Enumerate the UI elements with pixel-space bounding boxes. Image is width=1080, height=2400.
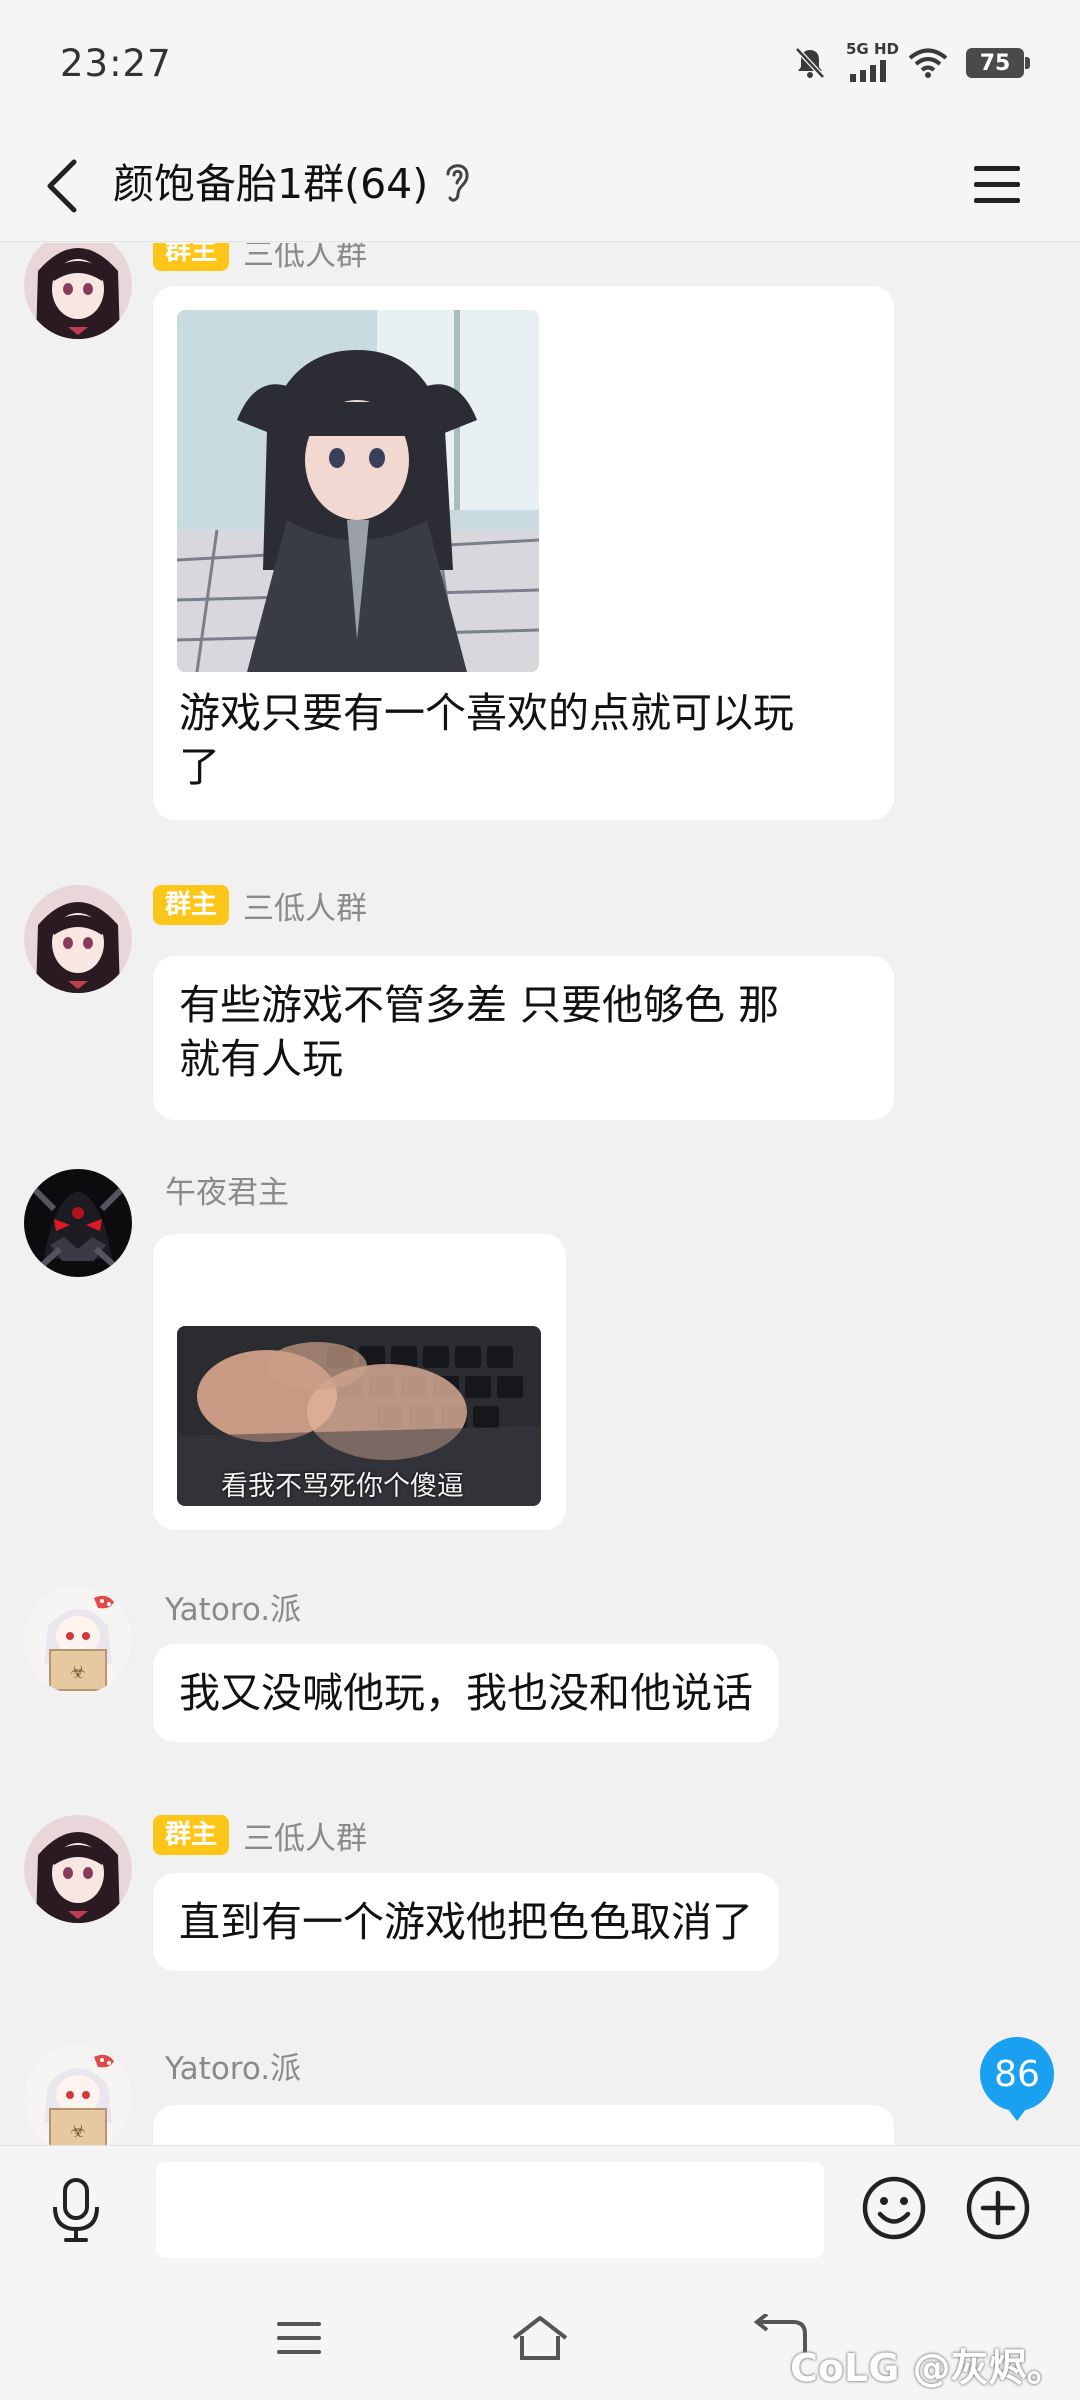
message-bubble[interactable]: 游戏只要有一个喜欢的点就可以玩 了 bbox=[153, 286, 894, 820]
sender-name[interactable]: Yatoro.派 bbox=[165, 2043, 301, 2088]
message-text-line: 游戏只要有一个喜欢的点就可以玩 bbox=[179, 689, 794, 737]
message-bubble[interactable]: 有些游戏不管多差 只要他够色 那 就有人玩 bbox=[153, 956, 894, 1120]
message-text: 直到有一个游戏他把色色取消了 bbox=[179, 1898, 753, 1946]
sticker-image[interactable] bbox=[177, 310, 539, 672]
watermark: CoLG @灰烬。 bbox=[790, 2346, 1065, 2390]
signal-icon bbox=[850, 60, 886, 82]
owner-badge: 群主 bbox=[153, 885, 230, 925]
sticker-caption: 看我不骂死你个傻逼 bbox=[221, 1471, 464, 1502]
battery-icon: 75 bbox=[966, 48, 1030, 78]
avatar[interactable] bbox=[24, 1169, 132, 1277]
message-input[interactable] bbox=[156, 2162, 824, 2258]
voice-button[interactable] bbox=[40, 2174, 112, 2246]
avatar[interactable] bbox=[24, 243, 132, 339]
message-meta: 群主 三低人群 bbox=[153, 243, 367, 274]
wifi-icon bbox=[908, 48, 948, 78]
home-button[interactable] bbox=[505, 2303, 575, 2373]
sender-name[interactable]: 三低人群 bbox=[243, 243, 367, 274]
back-arrow-icon bbox=[47, 159, 77, 213]
recent-apps-button[interactable] bbox=[264, 2303, 334, 2373]
sender-name[interactable]: 三低人群 bbox=[243, 1813, 367, 1858]
message-meta: Yatoro.派 bbox=[165, 2043, 301, 2088]
home-icon bbox=[512, 2316, 568, 2360]
message-bubble[interactable]: 直到有一个游戏他把色色取消了 bbox=[153, 1873, 779, 1971]
recent-apps-icon bbox=[277, 2322, 321, 2354]
message-text-line: 有些游戏不管多差 只要他够色 那 bbox=[179, 981, 780, 1029]
plus-icon bbox=[966, 2176, 1030, 2240]
svg-text:☣: ☣ bbox=[70, 1662, 86, 1683]
chat-header: 颜饱备胎1群(64) bbox=[0, 130, 1080, 242]
message-text: 我又没喊他玩，我也没和他说话 bbox=[179, 1669, 753, 1717]
emoji-icon bbox=[862, 2176, 926, 2240]
status-bar: 23:27 5G HD 75 bbox=[0, 0, 1080, 130]
menu-button[interactable] bbox=[964, 152, 1030, 218]
message-text-line: 了 bbox=[179, 743, 220, 791]
sender-name[interactable]: 三低人群 bbox=[243, 883, 367, 928]
mute-bell-icon bbox=[795, 47, 825, 79]
network-label: 5G HD bbox=[846, 40, 899, 58]
ear-icon[interactable] bbox=[440, 158, 474, 210]
message-bubble[interactable]: 看我不骂死你个傻逼 bbox=[153, 1234, 566, 1530]
more-button[interactable] bbox=[962, 2172, 1034, 2244]
svg-text:☣: ☣ bbox=[70, 2121, 86, 2142]
sticker-image[interactable]: 看我不骂死你个傻逼 bbox=[177, 1326, 541, 1506]
avatar[interactable] bbox=[24, 1815, 132, 1923]
status-time: 23:27 bbox=[60, 42, 172, 85]
message-meta: 午夜君主 bbox=[165, 1167, 289, 1212]
back-button[interactable] bbox=[30, 154, 94, 218]
message-bubble[interactable] bbox=[153, 2105, 894, 2145]
message-bubble[interactable]: 我又没喊他玩，我也没和他说话 bbox=[153, 1644, 779, 1742]
message-meta: 群主 三低人群 bbox=[153, 1813, 367, 1858]
sender-name[interactable]: 午夜君主 bbox=[165, 1167, 289, 1212]
system-nav-bar: CoLG @灰烬。 bbox=[0, 2275, 1080, 2400]
input-bar bbox=[0, 2145, 1080, 2275]
chat-title[interactable]: 颜饱备胎1群(64) bbox=[113, 154, 428, 214]
emoji-button[interactable] bbox=[858, 2172, 930, 2244]
message-meta: Yatoro.派 bbox=[165, 1584, 301, 1629]
owner-badge: 群主 bbox=[153, 243, 230, 271]
message-text: 游戏只要有一个喜欢的点就可以玩 了 bbox=[179, 686, 869, 794]
signal-group: 5G HD bbox=[846, 40, 899, 82]
battery-level: 75 bbox=[979, 50, 1011, 76]
chat-screen: 23:27 5G HD 75 颜饱备胎1群(64) 群主 三低人群 游戏只要有一… bbox=[0, 0, 1080, 2400]
owner-badge: 群主 bbox=[153, 1815, 230, 1855]
menu-icon bbox=[974, 166, 1020, 203]
avatar[interactable]: ☣ bbox=[24, 2045, 132, 2145]
unread-count-badge[interactable]: 86 bbox=[980, 2037, 1054, 2121]
microphone-icon bbox=[53, 2178, 99, 2242]
status-icons: 5G HD 75 bbox=[792, 40, 1030, 82]
message-text-line: 就有人玩 bbox=[179, 1035, 343, 1083]
avatar[interactable]: ☣ bbox=[24, 1586, 132, 1694]
message-list[interactable]: 群主 三低人群 游戏只要有一个喜欢的点就可以玩 了 群主 三低人群 有些游戏不管… bbox=[0, 243, 1080, 2145]
sender-name[interactable]: Yatoro.派 bbox=[165, 1584, 301, 1629]
message-meta: 群主 三低人群 bbox=[153, 883, 367, 928]
avatar[interactable] bbox=[24, 885, 132, 993]
